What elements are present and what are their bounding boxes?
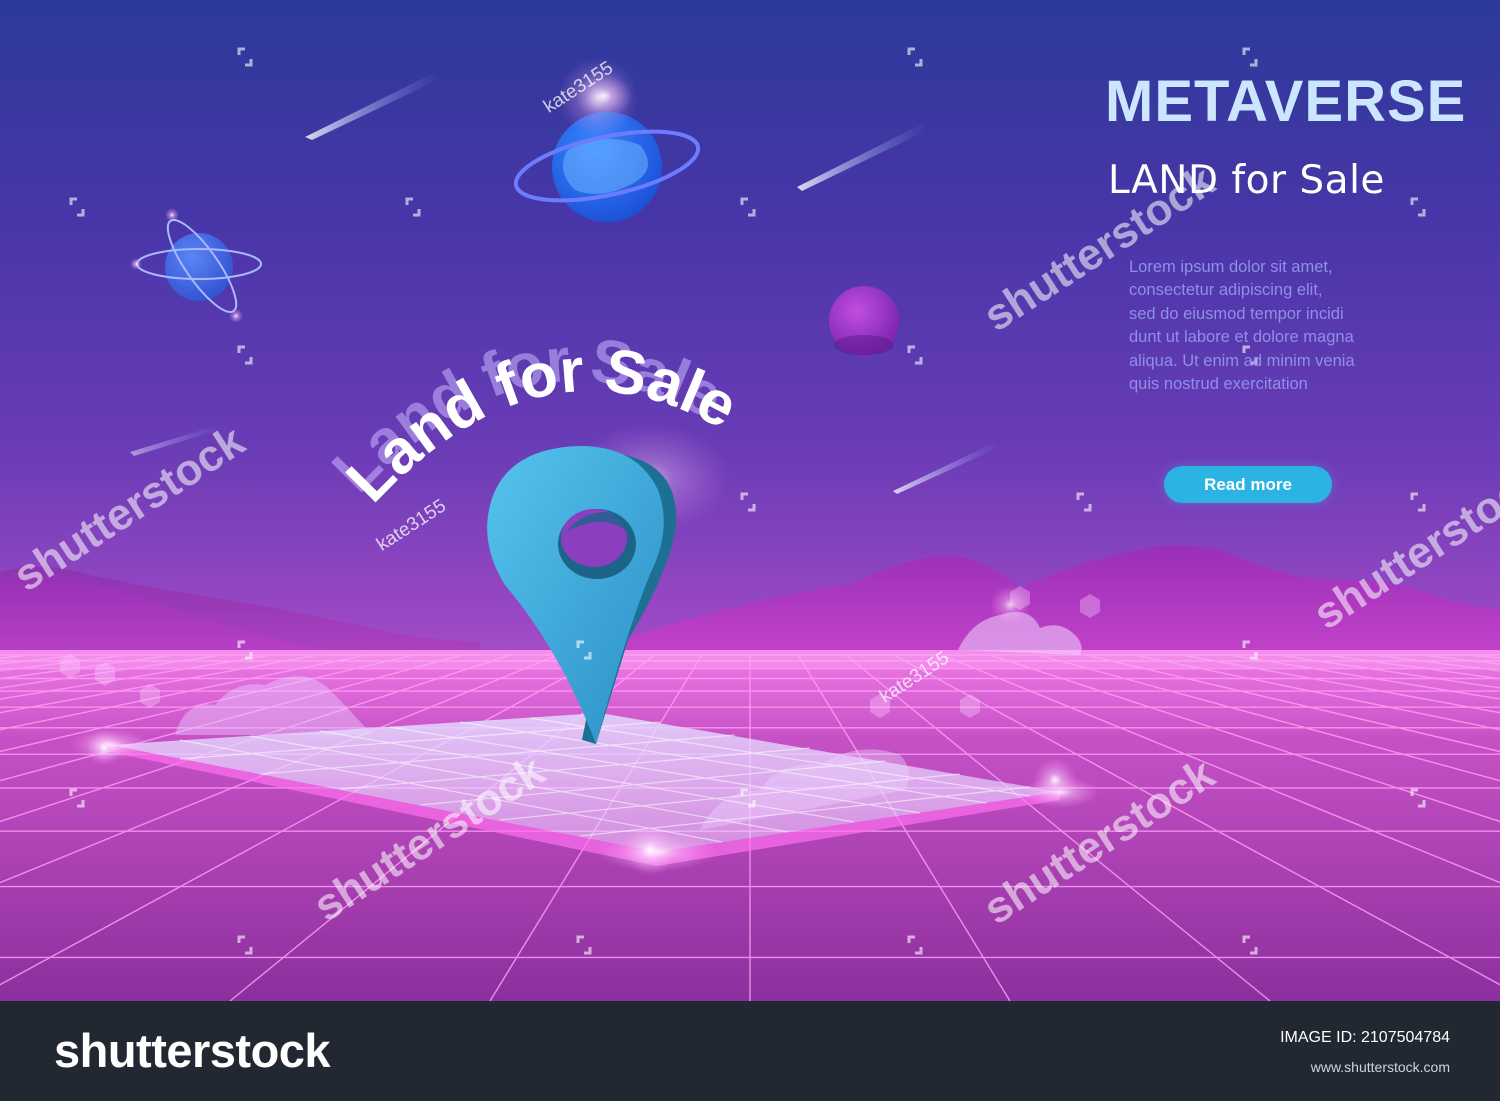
site-url: www.shutterstock.com bbox=[1310, 1059, 1450, 1075]
orbit-planet bbox=[130, 208, 262, 323]
banner-body-copy: Lorem ipsum dolor sit amet, consectetur … bbox=[1129, 256, 1429, 396]
shutterstock-logo: shutterstock bbox=[54, 1024, 331, 1077]
banner-scene: Land for Sale Land for Sale METAVERSE LA… bbox=[0, 0, 1500, 1001]
stock-footer: shutterstock IMAGE ID: 2107504784 www.sh… bbox=[0, 1001, 1500, 1101]
banner-headline: METAVERSE bbox=[1105, 69, 1467, 134]
body-line: dunt ut labore et dolore magna bbox=[1129, 328, 1354, 347]
purple-planet bbox=[829, 286, 899, 356]
body-line: consectetur adipiscing elit, bbox=[1129, 281, 1323, 300]
body-line: Lorem ipsum dolor sit amet, bbox=[1129, 258, 1333, 276]
body-line: aliqua. Ut enim ad minim venia bbox=[1129, 351, 1355, 370]
body-line: quis nostrud exercitation bbox=[1129, 375, 1308, 394]
read-more-button[interactable]: Read more bbox=[1164, 466, 1332, 503]
body-line: sed do eiusmod tempor incidi bbox=[1129, 304, 1344, 323]
image-id-label: IMAGE ID: 2107504784 bbox=[1280, 1029, 1450, 1046]
